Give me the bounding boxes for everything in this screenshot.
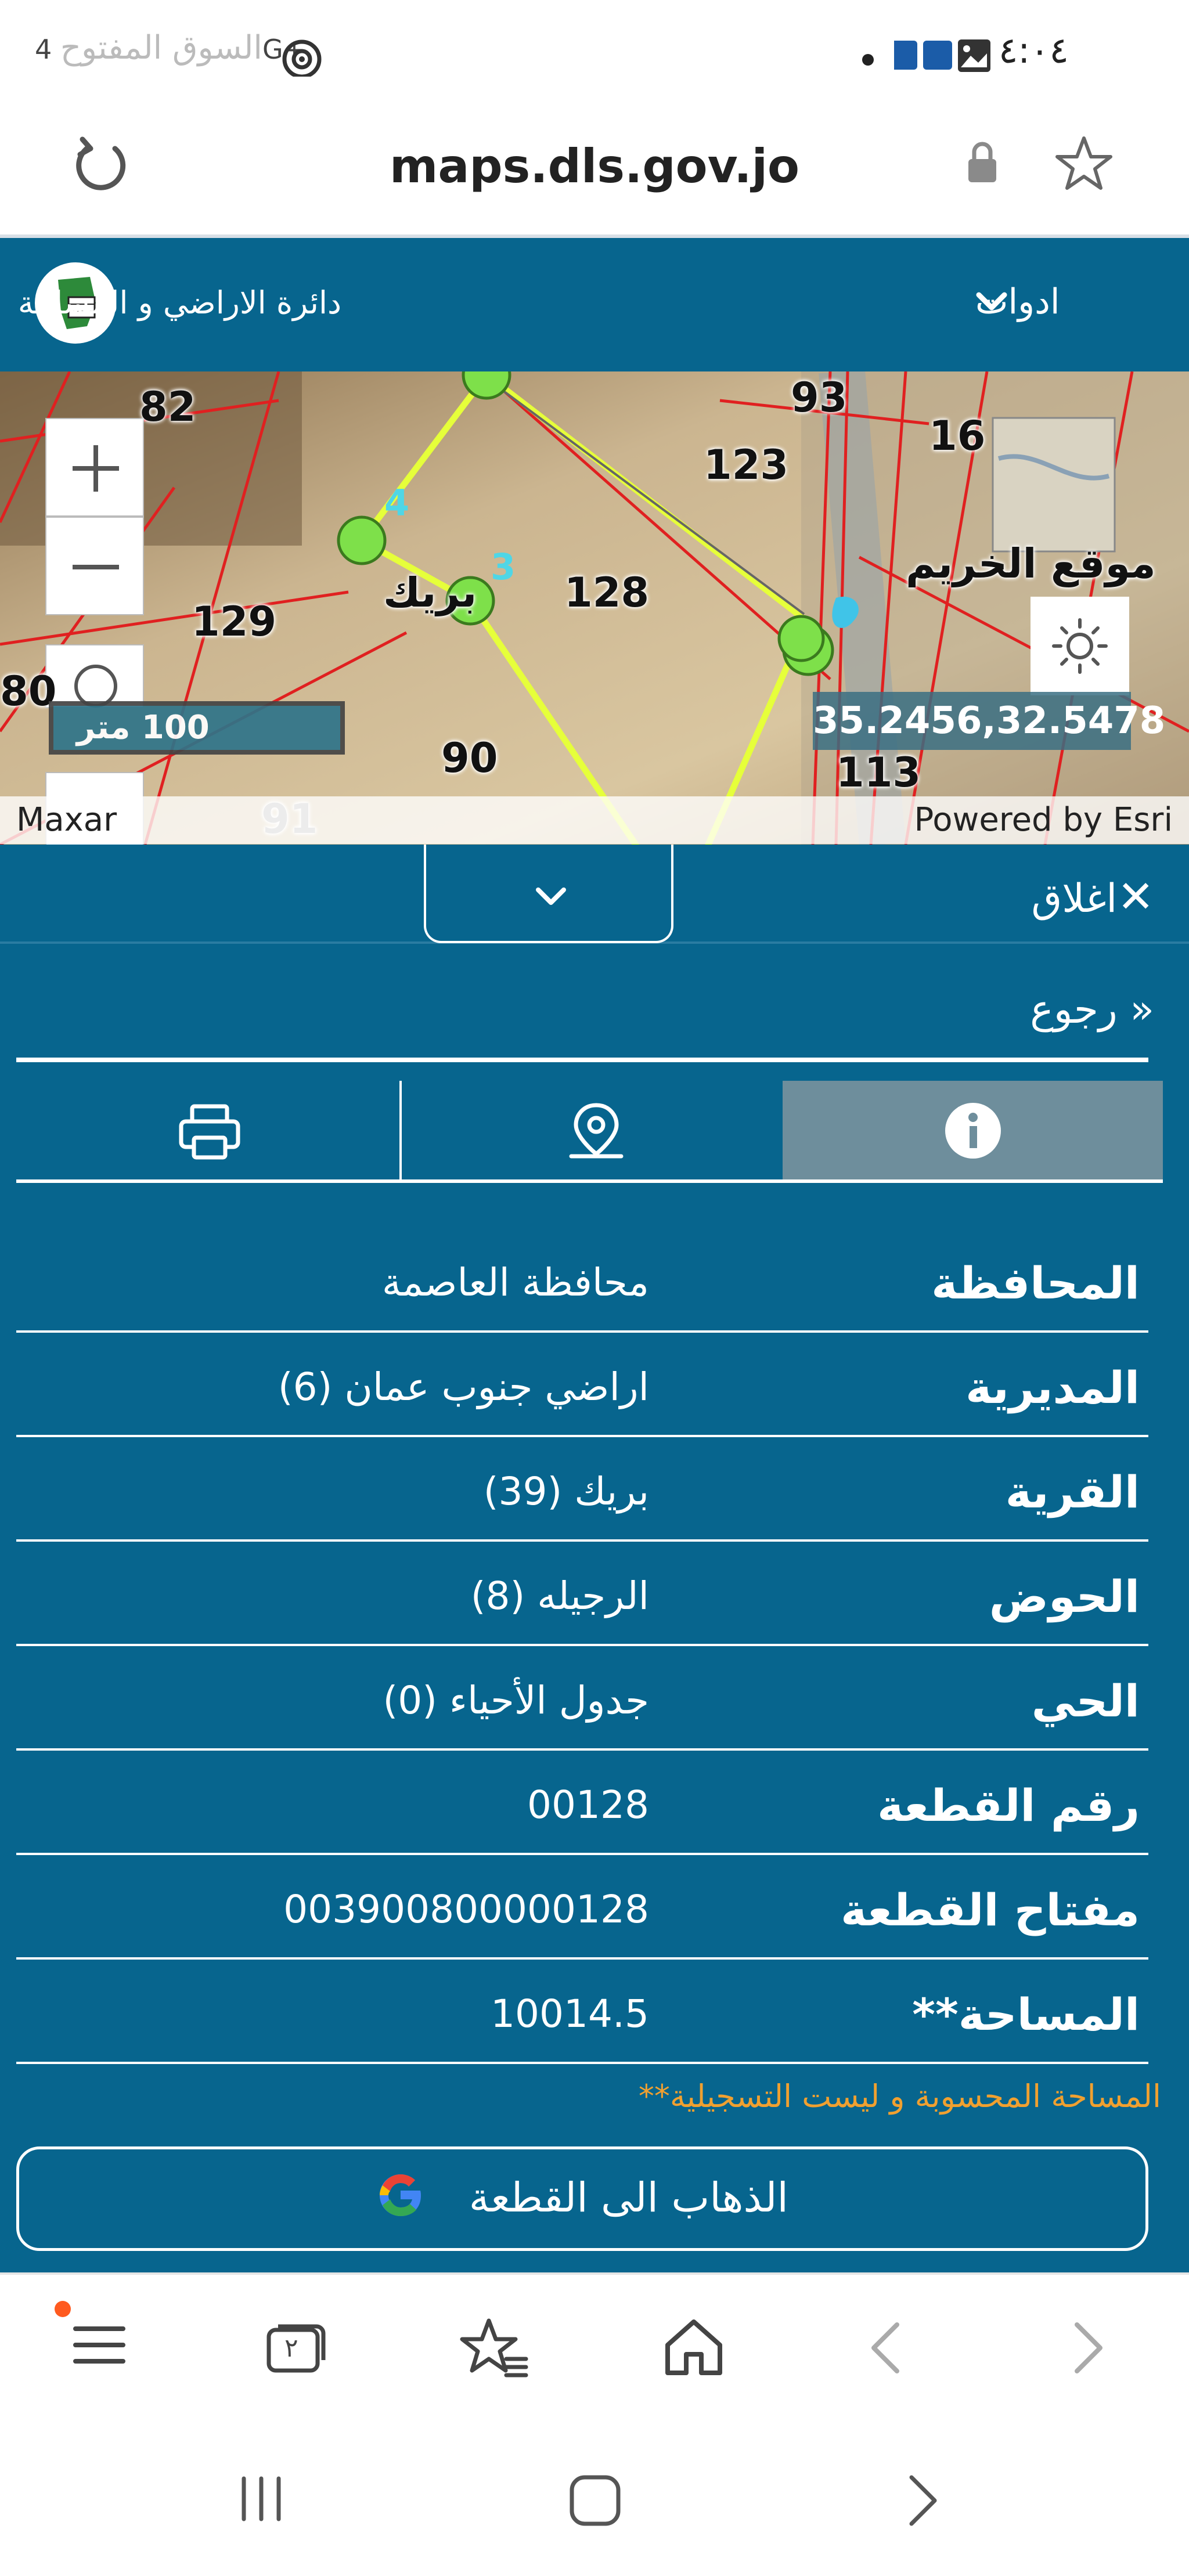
panel-tabs	[16, 1081, 1163, 1181]
detail-label: المديرية	[965, 1362, 1140, 1413]
recent-apps-icon[interactable]	[235, 2473, 287, 2525]
detail-value: 10014.5	[491, 1991, 649, 2036]
status-network-area: السوق المفتوح 4G+	[23, 29, 305, 67]
plot-label: 123	[704, 441, 789, 489]
detail-row-area: المساحة** 10014.5	[16, 1960, 1148, 2064]
notification-dot	[55, 2301, 71, 2317]
back-arrow-icon[interactable]	[865, 2319, 906, 2377]
hotspot-icon	[282, 39, 322, 77]
close-icon[interactable]: ✕	[1117, 871, 1154, 922]
zoom-in-button[interactable]	[45, 418, 144, 517]
close-label[interactable]: اغلاق	[1032, 876, 1118, 922]
detail-row-governorate: المحافظة محافظة العاصمة	[16, 1228, 1148, 1333]
attribution-maxar: Maxar	[16, 801, 117, 839]
detail-label: المساحة**	[912, 1989, 1140, 2040]
detail-value: 00128	[527, 1783, 649, 1827]
status-icons	[894, 39, 990, 72]
brightness-icon[interactable]	[1031, 597, 1129, 695]
back-button[interactable]: « رجوع	[1030, 987, 1154, 1033]
map-pin-icon[interactable]	[564, 1101, 628, 1164]
plot-label: 80	[0, 668, 57, 715]
lock-icon[interactable]	[965, 139, 1000, 186]
carrefour-icon	[923, 41, 952, 70]
coordinate-readout: 35.2456,32.5478	[813, 692, 1165, 750]
printer-icon[interactable]	[178, 1103, 242, 1161]
zoom-out-button[interactable]	[45, 517, 144, 615]
vertex-label: 3	[491, 546, 516, 588]
back-label[interactable]: رجوع	[1030, 987, 1118, 1033]
plot-label: 16	[929, 412, 986, 460]
double-chevron-icon[interactable]: «	[1130, 987, 1154, 1033]
detail-value: الرجيله (8)	[470, 1574, 649, 1618]
info-icon[interactable]	[944, 1102, 1002, 1160]
detail-label: الحوض	[989, 1571, 1140, 1622]
watermark-text: السوق المفتوح	[60, 29, 262, 67]
basemap-toggle-button[interactable]	[1031, 597, 1129, 695]
detail-row-parcel-number: رقم القطعة 00128	[16, 1751, 1148, 1855]
app-title: دائرة الاراضي و المساحة	[17, 284, 341, 321]
vertex-label: 4	[384, 482, 410, 524]
map-attribution: Maxar Powered by Esri	[0, 796, 1189, 844]
back-underline	[16, 1058, 1148, 1062]
favorites-icon[interactable]	[459, 2316, 528, 2380]
detail-label: الحي	[1031, 1675, 1140, 1727]
plot-label: 129	[192, 598, 277, 645]
map-view[interactable]: 82 93 16 123 128 129 90 113 91 80 بريك م…	[0, 371, 1189, 845]
detail-value: بريك (39)	[483, 1469, 649, 1514]
detail-value: 003900800000128	[283, 1887, 649, 1932]
village-label: بريك	[383, 569, 477, 616]
detail-label: مفتاح القطعة	[841, 1884, 1140, 1936]
menu-icon[interactable]	[52, 2300, 139, 2375]
goto-parcel-label[interactable]: الذهاب الى القطعة	[469, 2174, 788, 2221]
detail-value: اراضي جنوب عمان (6)	[278, 1365, 649, 1409]
detail-row-parcel-key: مفتاح القطعة 003900800000128	[16, 1855, 1148, 1960]
bookmark-star-icon[interactable]	[1052, 132, 1116, 196]
google-icon[interactable]	[374, 2169, 427, 2221]
minus-icon[interactable]	[46, 518, 145, 616]
notification-dot-icon	[862, 54, 874, 66]
tabs-count[interactable]: ٢	[284, 2333, 298, 2363]
close-button[interactable]: ✕اغلاق	[1032, 871, 1154, 922]
browser-bottom-toolbar	[0, 2272, 1189, 2447]
crosshair-icon[interactable]	[46, 645, 145, 709]
detail-value: محافظة العاصمة	[381, 1260, 649, 1305]
chevron-down-icon[interactable]	[974, 290, 1009, 313]
home-nav-icon[interactable]	[566, 2472, 624, 2530]
plot-label: 128	[564, 569, 650, 616]
detail-row-village: القرية بريك (39)	[16, 1437, 1148, 1542]
carrefour-icon-2	[894, 41, 917, 70]
forward-arrow-icon[interactable]	[1068, 2319, 1109, 2377]
attribution-esri: Powered by Esri	[914, 801, 1173, 839]
panel-collapse-button[interactable]	[424, 845, 673, 943]
tab-location[interactable]	[399, 1081, 780, 1181]
detail-value: جدول الأحياء (0)	[383, 1678, 649, 1723]
home-icon[interactable]	[662, 2316, 726, 2380]
tab-print[interactable]	[16, 1081, 397, 1181]
chevron-down-icon[interactable]	[534, 885, 568, 908]
plot-label: 93	[791, 374, 848, 421]
detail-label: رقم القطعة	[877, 1780, 1140, 1831]
detail-row-neighborhood: الحي جدول الأحياء (0)	[16, 1646, 1148, 1751]
detail-label: القرية	[1005, 1466, 1140, 1518]
url-text[interactable]: maps.dls.gov.jo	[0, 139, 1189, 193]
plot-label: 90	[441, 734, 498, 782]
plot-label: 82	[139, 383, 196, 431]
tabs-button[interactable]: ٢	[264, 2322, 328, 2374]
status-time: ٤:٠٤	[999, 29, 1069, 71]
detail-label: المحافظة	[931, 1257, 1140, 1309]
back-nav-icon[interactable]	[903, 2472, 943, 2530]
scale-bar: 100 متر	[49, 701, 345, 755]
tab-info[interactable]	[783, 1081, 1163, 1181]
area-label: موقع الخريم	[906, 540, 1156, 587]
plot-label: 113	[836, 749, 921, 796]
detail-row-directorate: المديرية اراضي جنوب عمان (6)	[16, 1333, 1148, 1437]
area-note: المساحة المحسوبة و ليست التسجيلية**	[638, 2078, 1161, 2115]
tabs-underline	[16, 1179, 1163, 1183]
plus-icon[interactable]	[46, 419, 145, 518]
detail-row-basin: الحوض الرجيله (8)	[16, 1542, 1148, 1646]
locate-button[interactable]	[45, 644, 144, 708]
